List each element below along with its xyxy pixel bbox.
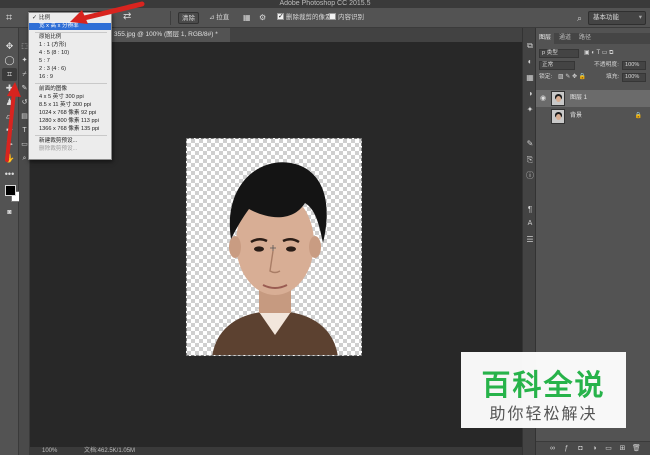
crop-tool-icon[interactable]: ⌗ [2,68,17,81]
healing-brush-icon[interactable]: ✚ [2,82,17,95]
clone-source-icon[interactable]: ⎘ [525,154,535,165]
fill-label: 填充: [606,74,620,80]
layer-name: 图层 1 [570,95,588,101]
delete-cropped-label: 删除裁剪的像素 [286,14,332,21]
straighten-label: 拉直 [216,14,230,21]
lock-icon: 🔒 [634,113,642,119]
layer-thumbnail [551,91,565,106]
menu-item-16-9[interactable]: 16 : 9 [29,74,111,81]
color-panel-icon[interactable]: ◐ [525,56,535,67]
grid-overlay-icon[interactable]: ▦ [240,12,254,24]
move-tool-icon[interactable]: ✥ [2,40,17,53]
search-icon[interactable]: ⌕ [577,13,582,24]
tab-channels[interactable]: 通道 [556,33,574,44]
menu-item-delete-preset: 删除裁剪预设... [39,146,78,152]
add-mask-icon[interactable]: ◘ [576,444,585,453]
foreground-color-swatch[interactable] [5,185,16,196]
menu-item-8-5x11in[interactable]: 8.5 x 11 英寸 300 ppi [29,102,111,109]
adjustments-panel-icon[interactable]: ◑ [525,88,535,99]
tab-layers[interactable]: 图层 [536,33,555,44]
properties-panel-icon[interactable]: ☰ [525,234,535,245]
status-bar: 100% 文档:462.5K/1.05M [30,447,522,455]
menu-item-5-7[interactable]: 5 : 7 [29,58,111,65]
content-aware-checkbox[interactable]: 内容识别 [326,12,367,24]
pen-tool-icon[interactable]: ✒ [2,124,17,137]
eraser-tool-icon[interactable]: ▱ [2,110,17,123]
window-title: Adobe Photoshop CC 2015.5 [279,0,371,7]
lock-icons[interactable]: ▨ ✎ ✥ 🔒 [558,72,586,82]
content-aware-label: 内容识别 [338,14,364,21]
filter-icons[interactable]: ▣ ◐ T ▭ ⧉ [584,48,613,58]
info-panel-icon[interactable]: ⓘ [525,170,535,181]
layer-row[interactable]: ◉ 图层 1 [536,90,650,107]
portrait-photo [212,162,338,355]
menu-item-ratio[interactable]: 比例 [29,15,111,22]
document-tab[interactable]: 355.jpg @ 100% (图层 1, RGB/8#) * [110,28,230,42]
straighten-button[interactable]: ⊿ 拉直 [206,12,232,24]
doc-size[interactable]: 文档:462.5K/1.05M [84,447,135,455]
quick-mask-icon[interactable]: ◙ [2,206,17,219]
layers-footer: ∞ ƒ ◘ ◑ ▭ ⊞ 🗑 [536,441,650,455]
workspace-select[interactable]: 基本功能 [588,11,646,25]
menu-item-new-preset[interactable]: 新建裁剪预设... [29,138,111,145]
path-select-icon[interactable]: ➤ [2,138,17,151]
opacity-input[interactable]: 100% [622,61,646,70]
new-group-icon[interactable]: ▭ [604,444,613,453]
layer-filter-select[interactable]: p 类型 [539,49,579,58]
eye-icon[interactable]: ◉ [540,90,546,107]
menu-item-1366x768[interactable]: 1366 x 768 像素 135 ppi [29,126,111,133]
ratio-menu: 比例 宽 x 高 x 分辨率 原始比例 1 : 1 (方形) 4 : 5 (8 … [28,12,112,160]
paragraph-panel-icon[interactable]: ¶ [525,204,535,215]
more-tools-icon[interactable]: ••• [2,168,17,181]
lock-label: 锁定: [539,74,553,80]
document-tab-title: 355.jpg @ 100% (图层 1, RGB/8#) * [114,31,218,38]
fill-input[interactable]: 100% [622,73,646,82]
panel-tabs: 图层 通道 路径 [536,33,650,44]
menu-item-1-1[interactable]: 1 : 1 (方形) [29,42,111,49]
opacity-label: 不透明度: [594,62,619,68]
menu-item-original-ratio[interactable]: 原始比例 [29,34,111,41]
tab-paths[interactable]: 路径 [576,33,594,44]
swatches-panel-icon[interactable]: ▦ [525,72,535,83]
watermark: 百科全说 助你轻松解决 [461,352,626,428]
lasso-tool-icon[interactable]: ◯ [2,54,17,67]
watermark-title: 百科全说 [481,368,606,402]
fx-icon[interactable]: ƒ [562,444,571,453]
zoom-level[interactable]: 100% [42,447,57,455]
title-bar: Adobe Photoshop CC 2015.5 [0,0,650,8]
document-tab-bar: 355.jpg @ 100% (图层 1, RGB/8#) * [110,28,522,42]
clear-button[interactable]: 清除 [178,12,199,24]
link-layers-icon[interactable]: ∞ [548,444,557,453]
menu-item-1024x768[interactable]: 1024 x 768 像素 92 ppi [29,110,111,117]
menu-item-4-5[interactable]: 4 : 5 (8 : 10) [29,50,111,57]
adjustment-layer-icon[interactable]: ◑ [590,444,599,453]
menu-item-4x5in[interactable]: 4 x 5 英寸 300 ppi [29,94,111,101]
swap-arrows-icon[interactable]: ⇄ [120,11,134,23]
layer-thumbnail [551,109,565,124]
styles-panel-icon[interactable]: ✦ [525,104,535,115]
new-layer-icon[interactable]: ⊞ [618,444,627,453]
menu-item-1280x800[interactable]: 1280 x 800 像素 113 ppi [29,118,111,125]
menu-item-2-3[interactable]: 2 : 3 (4 : 6) [29,66,111,73]
watermark-subtitle: 助你轻松解决 [489,404,598,423]
menu-item-front-image[interactable]: 前面的图像 [29,86,111,93]
brush-panel-icon[interactable]: ✎ [525,138,535,149]
tools-panel: ✥ ◯ ⌗ ✚ ♟ ▱ ✒ ➤ ✋ ••• ◙ [0,28,22,455]
crop-tool-icon[interactable]: ⌗ [6,11,20,25]
menu-item-wh-resolution[interactable]: 宽 x 高 x 分辨率 [29,23,111,30]
layer-name: 背景 [570,113,583,119]
blend-mode-select[interactable]: 正常 [539,61,575,70]
layer-row[interactable]: 背景 🔒 [536,108,650,125]
document-image[interactable] [186,138,362,356]
trash-icon[interactable]: 🗑 [632,444,641,453]
history-panel-icon[interactable]: ⧉ [525,40,535,51]
gear-icon[interactable]: ⚙ [256,12,269,24]
character-panel-icon[interactable]: A [525,218,535,229]
stamp-tool-icon[interactable]: ♟ [2,96,17,109]
hand-tool-icon[interactable]: ✋ [2,152,17,165]
